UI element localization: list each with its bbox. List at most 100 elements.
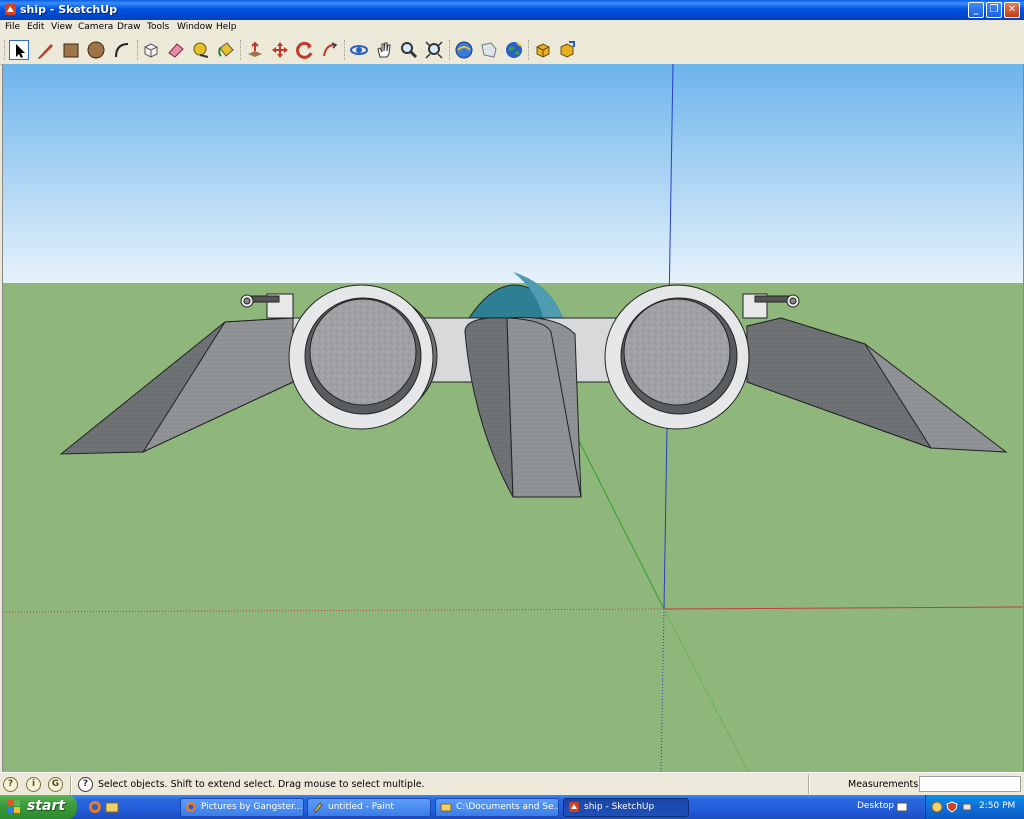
measurements-label: Measurements xyxy=(848,779,919,790)
pan-tool-button[interactable] xyxy=(374,40,394,60)
close-button[interactable]: ✕ xyxy=(1004,2,1020,18)
select-tool-button[interactable] xyxy=(9,40,29,60)
rotate-tool-button[interactable] xyxy=(295,40,315,60)
sky xyxy=(3,64,1023,283)
taskbar-item-label: untitled - Paint xyxy=(328,802,394,812)
toolbar-separator xyxy=(344,40,348,60)
rectangle-tool-button[interactable] xyxy=(61,40,81,60)
line-tool-button[interactable] xyxy=(36,40,56,60)
toolbar-grip[interactable] xyxy=(4,40,8,60)
help-icon[interactable]: ? xyxy=(78,777,93,792)
zoom-extents-button[interactable] xyxy=(424,40,444,60)
taskbar-item-label: C:\Documents and Se... xyxy=(456,802,559,812)
menu-draw[interactable]: Draw xyxy=(117,22,141,32)
taskbar-item-sketchup[interactable]: ship - SketchUp xyxy=(563,798,689,817)
system-tray: 2:50 PM xyxy=(925,795,1024,819)
rotate-icon xyxy=(296,41,313,59)
minimize-button[interactable]: _ xyxy=(968,2,984,18)
components-get-button[interactable] xyxy=(533,40,553,60)
zoom-extents-icon xyxy=(425,41,443,59)
zoom-tool-button[interactable] xyxy=(399,40,419,60)
toolbar-separator xyxy=(449,40,453,60)
get-models-button[interactable] xyxy=(454,40,474,60)
folder-icon xyxy=(440,803,452,812)
menu-file[interactable]: File xyxy=(5,22,20,32)
measurements-input[interactable] xyxy=(919,776,1021,792)
security-tray-icon[interactable] xyxy=(931,801,943,813)
taskbar-item-label: ship - SketchUp xyxy=(584,802,655,812)
status-separator xyxy=(808,775,810,794)
start-label: start xyxy=(27,798,66,814)
move-icon xyxy=(272,42,288,58)
signin-icon[interactable]: G xyxy=(48,777,63,792)
menu-bar: File Edit View Camera Draw Tools Window … xyxy=(0,20,1024,36)
orbit-icon xyxy=(350,45,368,55)
eraser-icon xyxy=(168,43,184,58)
desktop-toolbar-label[interactable]: Desktop xyxy=(857,801,894,811)
toolbar-separator xyxy=(528,40,532,60)
geo-location-icon[interactable]: ? xyxy=(3,777,18,792)
explorer-quicklaunch-icon[interactable] xyxy=(105,800,119,814)
start-button[interactable]: start xyxy=(0,795,77,819)
arc-tool-button[interactable] xyxy=(112,40,132,60)
network-tray-icon[interactable] xyxy=(961,801,973,813)
orbit-tool-button[interactable] xyxy=(349,40,369,60)
title-bar[interactable]: ship - SketchUp _ ❐ ✕ xyxy=(0,0,1024,20)
rectangle-icon xyxy=(63,43,79,58)
paint-bucket-icon xyxy=(218,42,234,57)
shield-icon[interactable] xyxy=(946,801,958,813)
status-hint: Select objects. Shift to extend select. … xyxy=(98,779,425,790)
restore-button[interactable]: ❐ xyxy=(986,2,1002,18)
google-earth-icon xyxy=(506,42,522,58)
sketchup-icon xyxy=(569,802,579,812)
clock[interactable]: 2:50 PM xyxy=(979,801,1015,811)
desktop-chevron-icon[interactable] xyxy=(896,801,908,813)
tape-measure-icon xyxy=(193,42,209,58)
circle-icon xyxy=(87,41,105,59)
menu-window[interactable]: Window xyxy=(177,22,213,32)
model-viewport[interactable] xyxy=(2,64,1024,772)
get-models-icon xyxy=(455,41,473,59)
status-separator xyxy=(70,775,72,794)
eraser-tool-button[interactable] xyxy=(166,40,186,60)
pencil-icon xyxy=(38,44,53,59)
move-tool-button[interactable] xyxy=(270,40,290,60)
scene-canvas[interactable] xyxy=(3,64,1023,772)
pan-hand-icon xyxy=(377,42,391,58)
menu-tools[interactable]: Tools xyxy=(147,22,169,32)
google-earth-button[interactable] xyxy=(504,40,524,60)
taskbar-item-explorer[interactable]: C:\Documents and Se... xyxy=(435,798,559,817)
components-share-button[interactable] xyxy=(557,40,577,60)
push-pull-icon xyxy=(248,41,262,57)
menu-camera[interactable]: Camera xyxy=(78,22,113,32)
follow-me-icon xyxy=(323,42,338,57)
zoom-icon xyxy=(401,42,418,59)
menu-help[interactable]: Help xyxy=(216,22,237,32)
circle-tool-button[interactable] xyxy=(86,40,106,60)
paint-bucket-button[interactable] xyxy=(216,40,236,60)
toolbar-separator xyxy=(240,40,244,60)
components-share-icon xyxy=(560,41,575,58)
make-component-button[interactable] xyxy=(141,40,161,60)
windows-flag-icon xyxy=(7,800,20,813)
menu-view[interactable]: View xyxy=(51,22,72,32)
menu-edit[interactable]: Edit xyxy=(27,22,44,32)
credits-icon[interactable]: i xyxy=(26,777,41,792)
tape-measure-button[interactable] xyxy=(191,40,211,60)
select-arrow-icon xyxy=(16,44,25,58)
firefox-quicklaunch-icon[interactable] xyxy=(88,800,102,814)
taskbar-item-firefox[interactable]: Pictures by Gangster... xyxy=(180,798,304,817)
follow-me-button[interactable] xyxy=(320,40,340,60)
paint-icon xyxy=(313,802,323,813)
share-model-button[interactable] xyxy=(479,40,499,60)
right-engine xyxy=(604,284,750,430)
main-toolbar xyxy=(0,36,1024,65)
component-icon xyxy=(144,43,158,58)
taskbar-item-paint[interactable]: untitled - Paint xyxy=(307,798,431,817)
window-title: ship - SketchUp xyxy=(20,3,118,16)
sketchup-app-icon xyxy=(5,4,16,15)
push-pull-button[interactable] xyxy=(245,40,265,60)
status-bar: ? i G ? Select objects. Shift to extend … xyxy=(0,772,1024,796)
taskbar: start Pictures by Gangster... untitled -… xyxy=(0,795,1024,819)
arc-icon xyxy=(115,43,129,58)
